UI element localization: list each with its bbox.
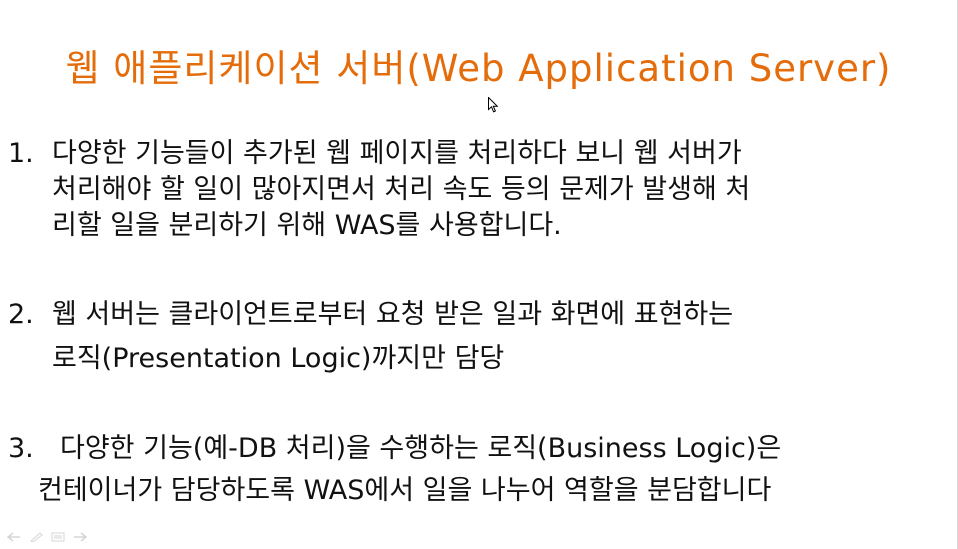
list-item-text: 웹 서버는 클라이언트로부터 요청 받은 일과 화면에 표현하는 [52,299,734,330]
slide-title: 웹 애플리케이션 서버(Web Application Server) [65,47,892,90]
list-item-3: 3. 다양한 기능(예-DB 처리)을 수행하는 로직(Business Logi… [8,431,781,509]
list-item-3-line-2: 컨테이너가 담당하도록 WAS에서 일을 나누어 역할을 분담합니다 [38,475,772,506]
list-item-number: 3. [8,433,34,464]
slideshow-toolbar [6,531,88,543]
list-item-1: 1. 다양한 기능들이 추가된 웹 페이지를 처리하다 보니 웹 서버가 처리해야… [8,136,750,244]
pen-icon[interactable] [28,531,44,543]
list-item-2: 2. 웹 서버는 클라이언트로부터 요청 받은 일과 화면에 표현하는 로직(Pr… [8,297,733,377]
list-item-2-line-1: 2. 웹 서버는 클라이언트로부터 요청 받은 일과 화면에 표현하는 [8,297,733,333]
list-item-1-line-1: 1. 다양한 기능들이 추가된 웹 페이지를 처리하다 보니 웹 서버가 [8,136,750,172]
list-item-number: 1. [8,138,34,169]
mouse-pointer-icon [488,97,498,113]
list-item-1-line-2: 처리해야 할 일이 많아지면서 처리 속도 등의 문제가 발생해 처 [52,174,751,205]
list-item-text: 다양한 기능(예-DB 처리)을 수행하는 로직(Business Logic)… [60,433,782,464]
forward-arrow-icon[interactable] [72,531,88,543]
list-item-2-line-2: 로직(Presentation Logic)까지만 담당 [52,343,505,374]
list-item-number: 2. [8,299,34,330]
list-item-3-line-1: 3. 다양한 기능(예-DB 처리)을 수행하는 로직(Business Logi… [8,431,781,467]
list-item-1-line-3: 리할 일을 분리하기 위해 WAS를 사용합니다. [52,210,562,241]
menu-icon[interactable] [50,531,66,543]
slide: 웹 애플리케이션 서버(Web Application Server) 1. 다양… [0,0,958,549]
list-item-text: 다양한 기능들이 추가된 웹 페이지를 처리하다 보니 웹 서버가 [52,138,742,169]
back-arrow-icon[interactable] [6,531,22,543]
